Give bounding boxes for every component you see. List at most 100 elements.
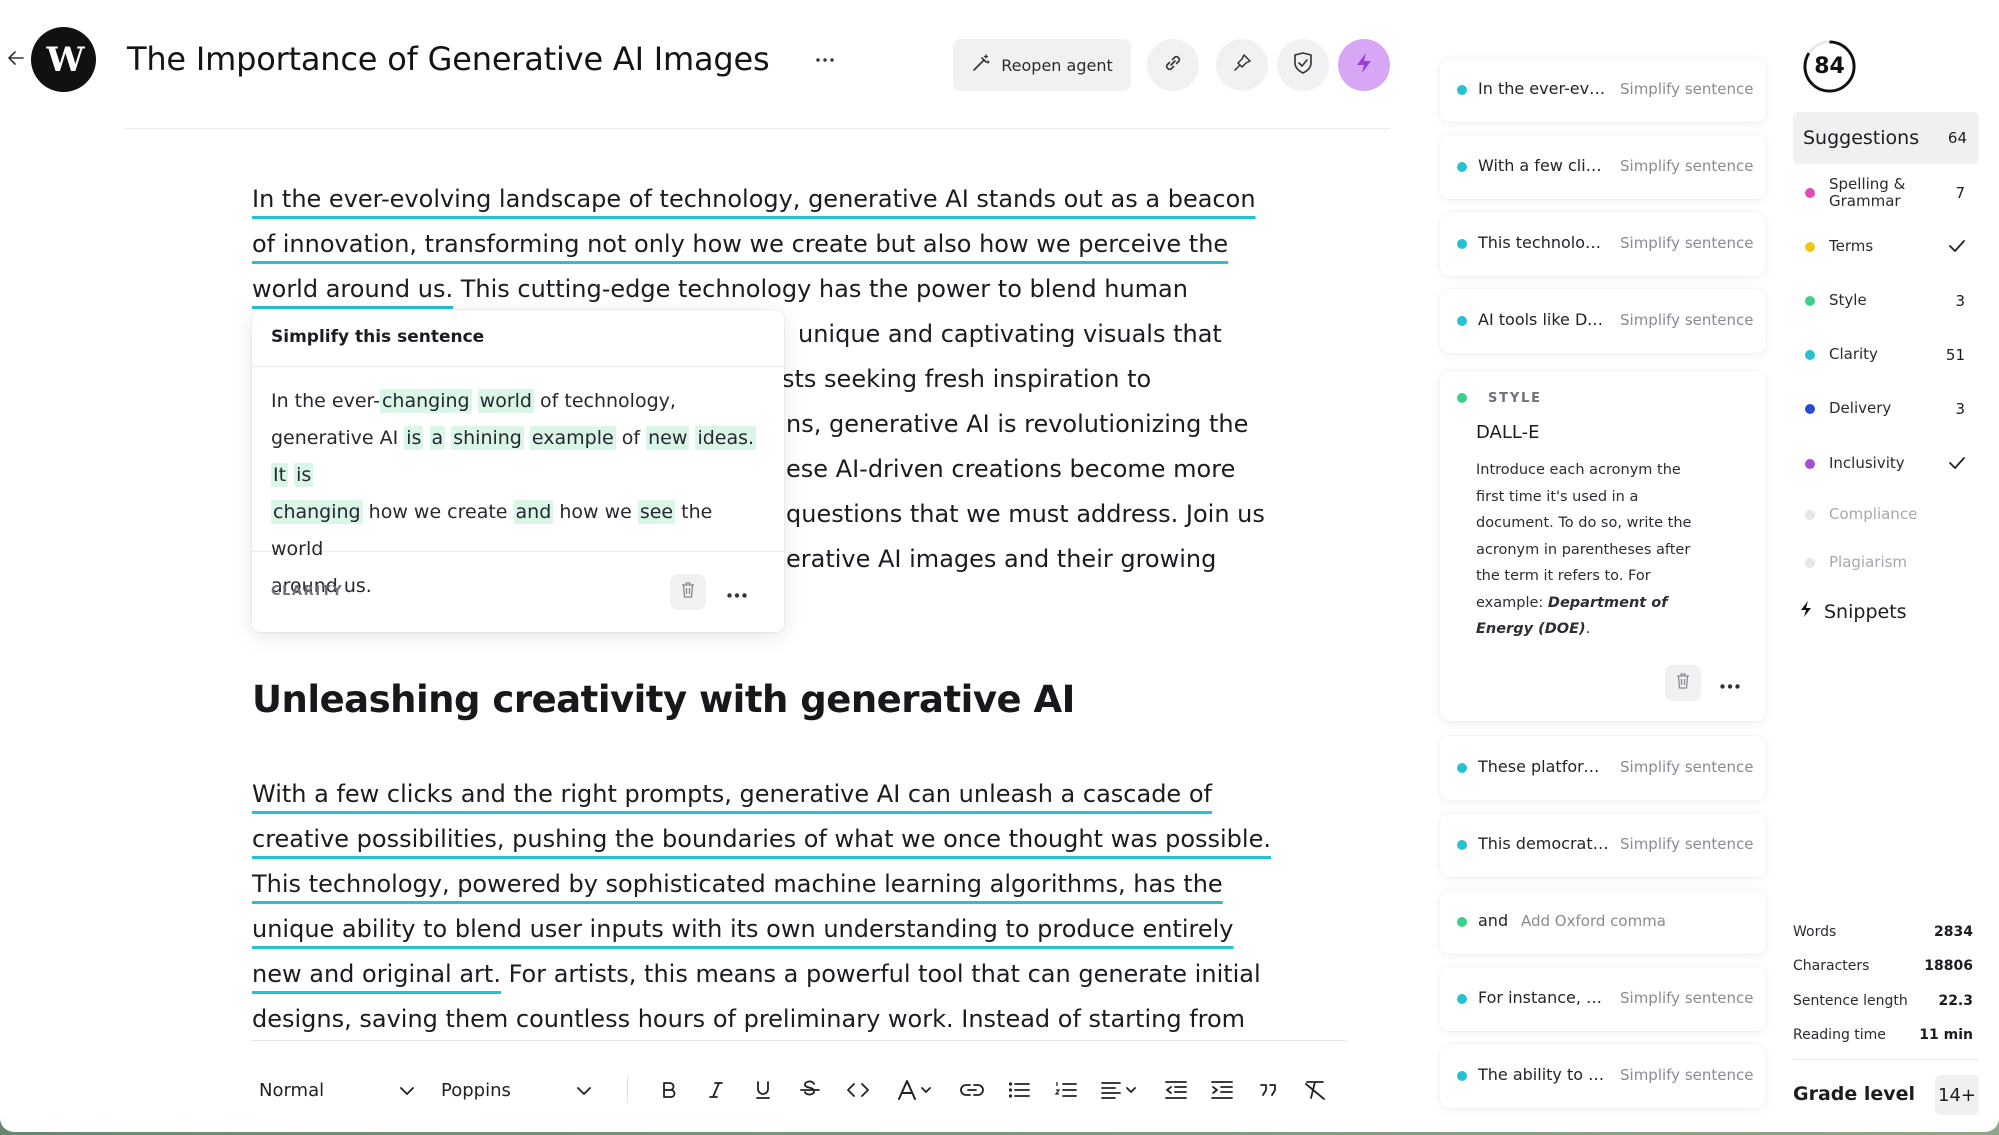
underlined-sentence[interactable]: creative possibilities, pushing the boun… <box>252 825 1271 853</box>
text-run: In the ever- <box>271 390 380 412</box>
reopen-agent-button[interactable]: Reopen agent <box>953 39 1131 91</box>
shield-check-button[interactable] <box>1277 39 1329 91</box>
category-dot <box>1805 296 1815 306</box>
suggestion-card[interactable]: and Add Oxford comma <box>1440 890 1766 954</box>
suggestion-snippet: With a few clicks and the right <box>1478 156 1610 175</box>
underlined-sentence[interactable]: world around us. <box>252 275 453 303</box>
ai-agent-button[interactable] <box>1338 39 1390 91</box>
text-run: ese AI-driven creations become more <box>786 455 1235 483</box>
paragraph-style-select[interactable]: Normal <box>259 1075 414 1105</box>
category-compliance[interactable]: Compliance <box>1793 505 1979 525</box>
dismiss-button[interactable] <box>1665 665 1701 701</box>
suggestion-card[interactable]: For instance, a designer Simplify senten… <box>1440 967 1766 1031</box>
clear-format-icon[interactable] <box>1298 1073 1332 1107</box>
pin-button[interactable] <box>1216 39 1268 91</box>
dismiss-button[interactable] <box>670 574 706 610</box>
category-clarity[interactable]: Clarity 51 <box>1793 345 1979 365</box>
underlined-sentence[interactable]: In the ever-evolving landscape of techno… <box>252 185 1256 213</box>
underlined-sentence[interactable]: unique ability to blend user inputs with… <box>252 915 1233 943</box>
link-icon[interactable] <box>955 1073 989 1107</box>
stat-sentence-length: Sentence length 22.3 <box>1793 993 1979 1009</box>
suggestion-snippet: AI tools like DALL-E and <box>1478 310 1610 329</box>
suggestion-snippet: This technology, powered by <box>1478 233 1610 252</box>
category-label: Compliance <box>1829 506 1917 523</box>
bold-icon[interactable] <box>652 1073 686 1107</box>
stat-value: 11 min <box>1919 1027 1973 1043</box>
category-label: Spelling & Grammar <box>1829 176 1929 210</box>
snippets-label: Snippets <box>1824 601 1907 623</box>
category-style[interactable]: Style 3 <box>1793 291 1979 311</box>
editor-paragraph-2[interactable]: With a few clicks and the right prompts,… <box>252 772 1272 1042</box>
category-plagiarism[interactable]: Plagiarism <box>1793 553 1979 573</box>
style-suggestion-card[interactable]: STYLE DALL-E Introduce each acronym the … <box>1440 371 1766 721</box>
indent-icon[interactable] <box>1205 1073 1239 1107</box>
category-terms[interactable]: Terms <box>1793 237 1979 257</box>
chevron-down-icon <box>400 1080 414 1101</box>
align-icon[interactable] <box>1097 1073 1143 1107</box>
text-run: of technology, <box>534 390 676 412</box>
category-dot <box>1805 188 1815 198</box>
section-heading[interactable]: Unleashing creativity with generative AI <box>252 678 1075 721</box>
underline-icon[interactable] <box>746 1073 780 1107</box>
suggestions-count: 64 <box>1948 129 1967 147</box>
text-run: sts seeking fresh inspiration to <box>782 365 1151 393</box>
italic-icon[interactable] <box>699 1073 733 1107</box>
back-arrow-icon[interactable] <box>4 46 28 70</box>
outdent-icon[interactable] <box>1159 1073 1193 1107</box>
popup-suggestion-text[interactable]: In the ever-changing world of technology… <box>252 367 784 552</box>
stat-label: Reading time <box>1793 1027 1886 1043</box>
font-family-select[interactable]: Poppins <box>441 1075 591 1105</box>
app-logo[interactable]: W <box>31 27 96 92</box>
suggestion-card[interactable]: The ability to create Simplify sentence <box>1440 1044 1766 1108</box>
category-dot <box>1805 558 1815 568</box>
category-count: 3 <box>1955 292 1965 310</box>
link-button[interactable] <box>1147 39 1199 91</box>
category-delivery[interactable]: Delivery 3 <box>1793 399 1979 419</box>
grade-level: Grade level 14+ <box>1793 1075 1979 1115</box>
popup-more-button[interactable] <box>719 574 755 610</box>
document-title[interactable]: The Importance of Generative AI Images <box>127 40 770 78</box>
numbered-list-icon[interactable] <box>1049 1073 1083 1107</box>
suggestion-action: Simplify sentence <box>1620 989 1753 1007</box>
suggestion-snippet: These platforms offer <box>1478 757 1610 776</box>
category-dot <box>1805 404 1815 414</box>
underlined-sentence[interactable]: new and original art. <box>252 960 501 988</box>
snippets-link[interactable]: Snippets <box>1800 600 1907 623</box>
suggestion-snippet: The ability to create <box>1478 1065 1610 1084</box>
text-run: how we <box>553 501 638 523</box>
bullet-list-icon[interactable] <box>1002 1073 1036 1107</box>
category-dot <box>1457 162 1467 172</box>
suggestion-card[interactable]: These platforms offer Simplify sentence <box>1440 736 1766 800</box>
suggestion-card[interactable]: With a few clicks and the right Simplify… <box>1440 135 1766 199</box>
category-dot <box>1805 459 1815 469</box>
underlined-sentence[interactable]: With a few clicks and the right prompts,… <box>252 780 1212 808</box>
suggestion-card[interactable]: AI tools like DALL-E and Simplify senten… <box>1440 289 1766 353</box>
text-color-icon[interactable] <box>892 1073 938 1107</box>
title-more-icon[interactable] <box>812 48 838 72</box>
editor-app: W The Importance of Generative AI Images… <box>0 0 1999 1132</box>
underlined-sentence[interactable]: This technology, powered by sophisticate… <box>252 870 1223 898</box>
suggestion-card[interactable]: In the ever-evolving landscape Simplify … <box>1440 58 1766 122</box>
underlined-sentence[interactable]: of innovation, transforming not only how… <box>252 230 1228 258</box>
font-family-value: Poppins <box>441 1080 511 1101</box>
stat-characters: Characters 18806 <box>1793 958 1979 974</box>
strikethrough-icon[interactable] <box>793 1073 827 1107</box>
stat-label: Sentence length <box>1793 993 1908 1009</box>
category-spelling-grammar[interactable]: Spelling & Grammar 7 <box>1793 176 1979 210</box>
code-icon[interactable] <box>841 1073 875 1107</box>
chevron-down-icon <box>577 1080 591 1101</box>
suggestion-card[interactable]: This technology, powered by Simplify sen… <box>1440 212 1766 276</box>
suggestions-tab[interactable]: Suggestions 64 <box>1793 112 1979 164</box>
card-more-button[interactable] <box>1712 665 1748 701</box>
stat-label: Characters <box>1793 958 1869 974</box>
grade-level-label: Grade level <box>1793 1083 1915 1105</box>
popup-category-tag: CLARITY <box>271 584 343 599</box>
quote-icon[interactable] <box>1252 1073 1286 1107</box>
category-count: 51 <box>1946 346 1965 364</box>
reopen-agent-label: Reopen agent <box>1001 56 1112 75</box>
suggestion-card[interactable]: This democratization of Simplify sentenc… <box>1440 813 1766 877</box>
link-icon <box>1162 52 1184 78</box>
category-count: 7 <box>1955 184 1965 202</box>
category-inclusivity[interactable]: Inclusivity <box>1793 454 1979 474</box>
lightning-icon <box>1353 51 1375 79</box>
